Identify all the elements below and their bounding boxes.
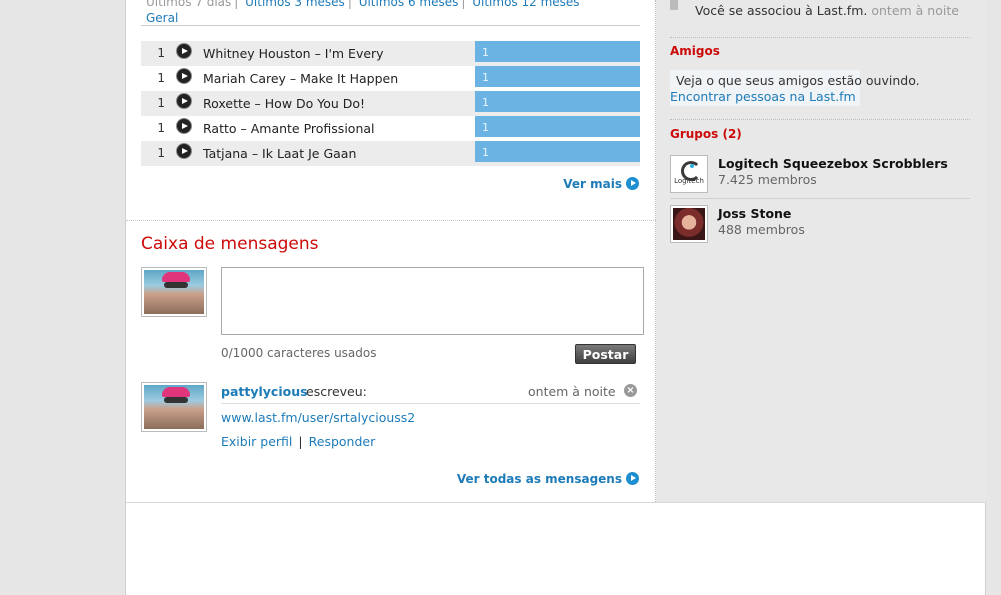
track-count: 1 (482, 96, 489, 109)
period-12-months[interactable]: Últimos 12 meses (472, 0, 579, 9)
groups-heading: Grupos (2) (670, 127, 742, 141)
logitech-logo-icon: Logitech (673, 158, 705, 190)
group-photo[interactable] (670, 205, 708, 243)
period-7-days[interactable]: Últimos 7 dias (146, 0, 231, 9)
arrow-right-icon (626, 177, 639, 190)
track-count-bar: 1 (475, 141, 640, 162)
avatar-image (144, 385, 204, 429)
group-members: 7.425 membros (718, 172, 817, 187)
divider (141, 25, 640, 26)
message-input[interactable] (221, 267, 644, 335)
see-more-link[interactable]: Ver mais (563, 177, 639, 191)
play-icon[interactable] (177, 44, 191, 58)
activity-text: Você se associou à Last.fm. ontem à noite (695, 3, 959, 18)
see-all-messages-label: Ver todas as mensagens (456, 472, 622, 486)
track-count: 1 (482, 71, 489, 84)
track-rank: 1 (157, 71, 165, 85)
group-name[interactable]: Joss Stone (718, 206, 791, 221)
action-separator: | (298, 434, 303, 449)
track-name[interactable]: Tatjana – Ik Laat Je Gaan (203, 146, 356, 161)
arrow-right-icon (626, 472, 639, 485)
shoutbox-title: Caixa de mensagens (141, 234, 319, 254)
divider (126, 502, 985, 503)
period-overall[interactable]: Geral (146, 11, 178, 25)
sidebar: Você se associou à Last.fm. ontem à noite… (656, 0, 986, 502)
period-filter: Últimos 7 dias | Últimos 3 meses | Últimos… (146, 0, 580, 26)
track-rank: 1 (157, 121, 165, 135)
message-author-avatar[interactable] (141, 382, 207, 432)
recent-activity: Você se associou à Last.fm. ontem à noite (670, 0, 970, 28)
track-count-bar: 1 (475, 91, 640, 112)
main-column: Últimos 7 dias | Últimos 3 meses | Últimos… (126, 0, 656, 502)
track-name[interactable]: Whitney Houston – I'm Every (203, 46, 384, 61)
char-counter: 0/1000 caracteres usados (221, 346, 377, 360)
track-rank: 1 (157, 146, 165, 160)
track-rank: 1 (157, 46, 165, 60)
track-row[interactable]: 1 Tatjana – Ik Laat Je Gaan 1 (141, 141, 640, 166)
message-body-link[interactable]: www.last.fm/user/srtalyciouss2 (221, 410, 415, 425)
track-row[interactable]: 1 Mariah Carey – Make It Happen 1 (141, 66, 640, 91)
play-icon[interactable] (177, 119, 191, 133)
message-actions: Exibir perfil | Responder (221, 434, 375, 449)
divider (670, 37, 970, 38)
track-name[interactable]: Mariah Carey – Make It Happen (203, 71, 398, 86)
divider (670, 119, 970, 120)
group-item[interactable]: Logitech Logitech Squeezebox Scrobblers … (670, 155, 970, 203)
track-row[interactable]: 1 Ratto – Amante Profissional 1 (141, 116, 640, 141)
play-icon[interactable] (177, 144, 191, 158)
group-item[interactable]: Joss Stone 488 membros (670, 205, 970, 253)
page-container: Últimos 7 dias | Últimos 3 meses | Últimos… (125, 0, 986, 595)
period-6-months[interactable]: Últimos 6 meses (359, 0, 459, 9)
section-divider (126, 220, 656, 221)
track-count: 1 (482, 46, 489, 59)
activity-message: Você se associou à Last.fm. (695, 3, 868, 18)
avatar-image (144, 270, 204, 314)
track-rank: 1 (157, 96, 165, 110)
track-count-bar: 1 (475, 41, 640, 62)
activity-icon (670, 0, 678, 10)
divider (670, 198, 970, 199)
top-tracks-chart: 1 Whitney Houston – I'm Every 1 1 Mariah… (141, 41, 640, 166)
track-row[interactable]: 1 Whitney Houston – I'm Every 1 (141, 41, 640, 66)
play-icon[interactable] (177, 94, 191, 108)
divider (221, 403, 640, 404)
post-button[interactable]: Postar (575, 344, 636, 364)
avatar[interactable] (141, 267, 207, 317)
friends-text: Veja o que seus amigos estão ouvindo. (676, 73, 920, 88)
track-count-bar: 1 (475, 66, 640, 87)
track-row[interactable]: 1 Roxette – How Do You Do! 1 (141, 91, 640, 116)
message-wrote-label: escreveu: (306, 384, 367, 399)
delete-icon[interactable]: × (624, 384, 637, 397)
group-image (673, 208, 705, 240)
view-profile-link[interactable]: Exibir perfil (221, 434, 292, 449)
track-count-bar: 1 (475, 116, 640, 137)
reply-link[interactable]: Responder (309, 434, 376, 449)
track-count: 1 (482, 146, 489, 159)
friends-heading: Amigos (670, 44, 720, 58)
message-timestamp: ontem à noite (528, 384, 616, 399)
activity-time: ontem à noite (871, 3, 959, 18)
group-name[interactable]: Logitech Squeezebox Scrobblers (718, 156, 948, 171)
period-3-months[interactable]: Últimos 3 meses (245, 0, 345, 9)
message-author-link[interactable]: pattylycious (221, 384, 308, 399)
track-count: 1 (482, 121, 489, 134)
see-more-label: Ver mais (563, 177, 622, 191)
track-name[interactable]: Ratto – Amante Profissional (203, 121, 375, 136)
group-logo[interactable]: Logitech (670, 155, 708, 193)
play-icon[interactable] (177, 69, 191, 83)
track-name[interactable]: Roxette – How Do You Do! (203, 96, 365, 111)
find-people-link[interactable]: Encontrar pessoas na Last.fm (670, 89, 856, 104)
group-members: 488 membros (718, 222, 805, 237)
see-all-messages-link[interactable]: Ver todas as mensagens (457, 472, 639, 486)
